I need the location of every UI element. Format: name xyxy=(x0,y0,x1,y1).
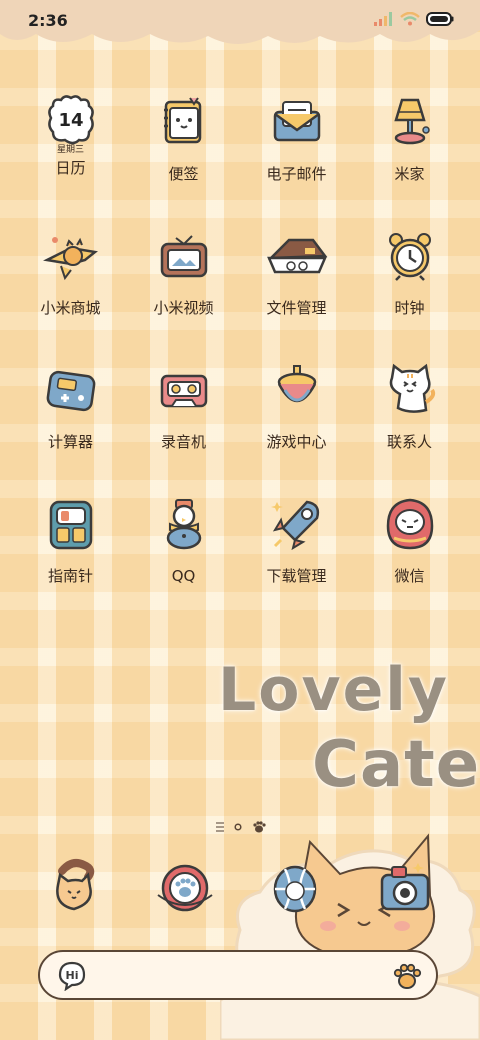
page-indicator[interactable] xyxy=(216,820,266,834)
signal-icon xyxy=(374,12,392,26)
paw-planet-icon xyxy=(149,852,221,924)
app-label-recorder: 录音机 xyxy=(160,433,206,451)
status-time: 2:36 xyxy=(28,11,68,30)
hi-label: Hi xyxy=(66,969,79,982)
app-label-clock: 时钟 xyxy=(394,299,425,317)
app-label-game-center: 游戏中心 xyxy=(266,433,327,451)
calculator-icon xyxy=(39,358,103,422)
folder-cat-icon xyxy=(265,224,329,288)
calendar-weekday: 星期三 xyxy=(56,145,84,155)
app-label-email: 电子邮件 xyxy=(266,165,327,183)
wifi-icon xyxy=(400,12,420,26)
wallpaper-text-lovely: Lovely xyxy=(218,655,449,725)
app-recorder[interactable]: 录音机 xyxy=(127,358,240,452)
cat-icon xyxy=(378,358,442,422)
app-grid: 14 星期三 日历 便签 电子邮件 米家 小米商城 小米视频 文件管理 时钟 计… xyxy=(14,90,466,586)
page-dot-icon xyxy=(234,823,242,831)
app-mi-video[interactable]: 小米视频 xyxy=(127,224,240,318)
app-calendar[interactable]: 14 星期三 日历 xyxy=(14,90,127,184)
clock-icon xyxy=(378,224,442,288)
dock xyxy=(20,852,460,924)
app-label-compass: 指南针 xyxy=(47,567,93,585)
status-icons xyxy=(374,12,454,26)
app-notes[interactable]: 便签 xyxy=(127,90,240,184)
app-contacts[interactable]: 联系人 xyxy=(353,358,466,452)
app-label-mijia: 米家 xyxy=(394,165,425,183)
app-label-calendar: 日历 xyxy=(55,159,86,177)
camera-icon xyxy=(369,852,441,924)
dock-app-browser[interactable] xyxy=(240,852,350,924)
hi-assistant-icon[interactable]: Hi xyxy=(58,961,86,991)
envelope-icon xyxy=(265,90,329,154)
app-mi-store[interactable]: 小米商城 xyxy=(14,224,127,318)
app-label-contacts: 联系人 xyxy=(386,433,432,451)
daruma-icon xyxy=(378,492,442,556)
dock-app-camera[interactable] xyxy=(350,852,460,924)
cat-phone-icon xyxy=(39,852,111,924)
paw-page-icon xyxy=(253,821,266,833)
rocket-icon xyxy=(265,492,329,556)
app-file-manager[interactable]: 文件管理 xyxy=(240,224,353,318)
spinning-top-icon xyxy=(265,358,329,422)
app-label-qq: QQ xyxy=(171,567,196,585)
menu-lines-icon xyxy=(216,822,224,832)
app-email[interactable]: 电子邮件 xyxy=(240,90,353,184)
app-label-file-manager: 文件管理 xyxy=(266,299,327,317)
app-calculator[interactable]: 计算器 xyxy=(14,358,127,452)
cat-plane-icon xyxy=(39,224,103,288)
dock-app-phone[interactable] xyxy=(20,852,130,924)
status-bar: 2:36 xyxy=(0,0,480,44)
app-label-mi-video: 小米视频 xyxy=(153,299,214,317)
compass-icon xyxy=(39,492,103,556)
app-compass[interactable]: 指南针 xyxy=(14,492,127,586)
app-label-wechat: 微信 xyxy=(394,567,425,585)
lamp-icon xyxy=(378,90,442,154)
app-game-center[interactable]: 游戏中心 xyxy=(240,358,353,452)
tv-icon xyxy=(152,224,216,288)
search-bar[interactable]: Hi xyxy=(38,950,438,1000)
app-qq[interactable]: QQ xyxy=(127,492,240,586)
app-label-downloads: 下载管理 xyxy=(266,567,327,585)
app-label-calculator: 计算器 xyxy=(47,433,93,451)
app-label-mi-store: 小米商城 xyxy=(40,299,101,317)
dock-app-messages[interactable] xyxy=(130,852,240,924)
wallpaper-text-cate: Cate xyxy=(312,728,480,802)
snowman-icon xyxy=(152,492,216,556)
app-downloads[interactable]: 下载管理 xyxy=(240,492,353,586)
app-wechat[interactable]: 微信 xyxy=(353,492,466,586)
paw-icon[interactable] xyxy=(392,961,422,991)
notes-icon xyxy=(152,90,216,154)
app-label-notes: 便签 xyxy=(168,165,199,183)
lantern-cat-icon xyxy=(259,852,331,924)
calendar-day: 14 xyxy=(58,110,83,131)
app-clock[interactable]: 时钟 xyxy=(353,224,466,318)
battery-icon xyxy=(426,12,454,26)
cassette-icon xyxy=(152,358,216,422)
app-mijia[interactable]: 米家 xyxy=(353,90,466,184)
